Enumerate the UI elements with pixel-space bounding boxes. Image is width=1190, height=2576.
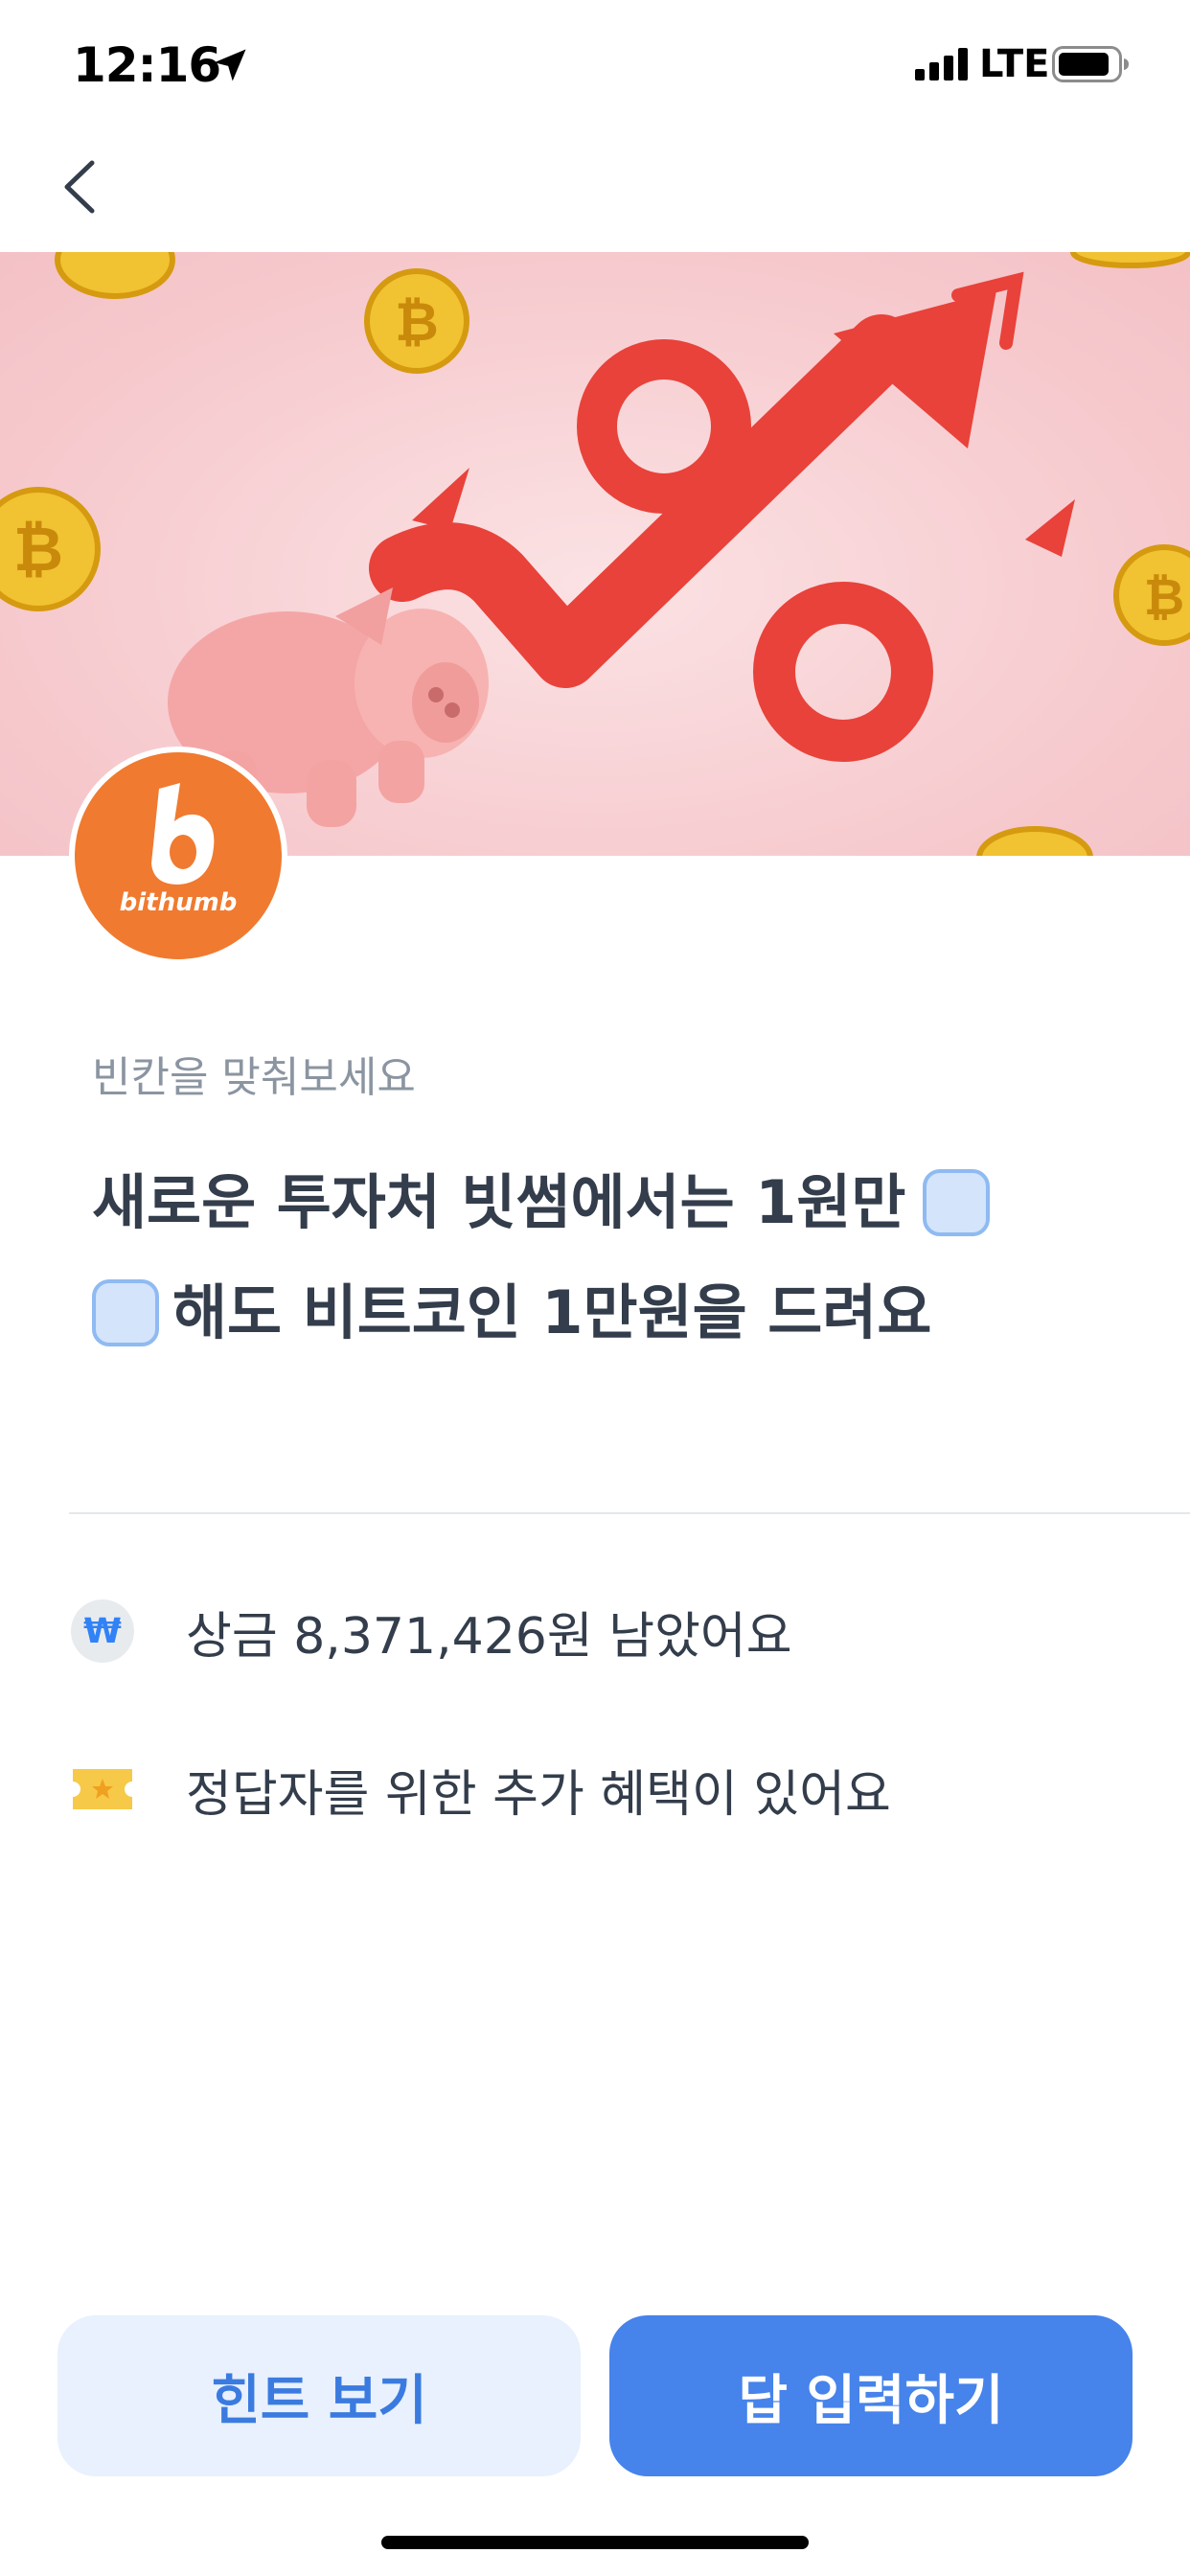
svg-text:₿: ₿ [13, 515, 63, 586]
answer-blank [92, 1279, 159, 1346]
divider [69, 1512, 1190, 1514]
brand-name: bithumb [119, 888, 238, 917]
chevron-left-icon [64, 160, 95, 214]
battery-icon [1052, 46, 1129, 82]
prize-remaining-text: 상금 8,371,426원 남았어요 [186, 1607, 792, 1666]
signal-icon [915, 48, 968, 80]
benefit-info-row: 정답자를 위한 추가 혜택이 있어요 [69, 1755, 891, 1824]
prize-info-row: ₩ 상금 8,371,426원 남았어요 [69, 1597, 792, 1666]
question-line-1: 새로운 투자처 빗썸에서는 1원만 [92, 1164, 991, 1241]
location-arrow-icon [214, 49, 246, 81]
home-indicator [381, 2536, 809, 2549]
question-text-1: 새로운 투자처 빗썸에서는 1원만 [92, 1167, 906, 1237]
question-text-2: 해도 비트코인 1만원을 드려요 [172, 1277, 932, 1347]
brand-logo: bithumb [75, 752, 282, 959]
svg-text:₿: ₿ [1144, 569, 1184, 627]
bithumb-logo-icon [151, 783, 215, 885]
back-button[interactable] [48, 144, 125, 230]
enter-answer-button[interactable]: 답 입력하기 [609, 2315, 1133, 2476]
hint-button[interactable]: 힌트 보기 [57, 2315, 581, 2476]
question-prompt: 빈칸을 맞춰보세요 [92, 1053, 416, 1102]
status-time: 12:16 [73, 37, 221, 93]
svg-text:₿: ₿ [395, 291, 439, 354]
answer-blank [923, 1169, 991, 1236]
extra-benefit-text: 정답자를 위한 추가 혜택이 있어요 [186, 1765, 891, 1824]
status-bar: 12:16 LTE [0, 0, 1190, 134]
question-line-2: 해도 비트코인 1만원을 드려요 [92, 1275, 931, 1351]
ticket-icon [73, 1769, 132, 1809]
won-icon: ₩ [71, 1599, 134, 1663]
network-label: LTE [979, 42, 1050, 86]
